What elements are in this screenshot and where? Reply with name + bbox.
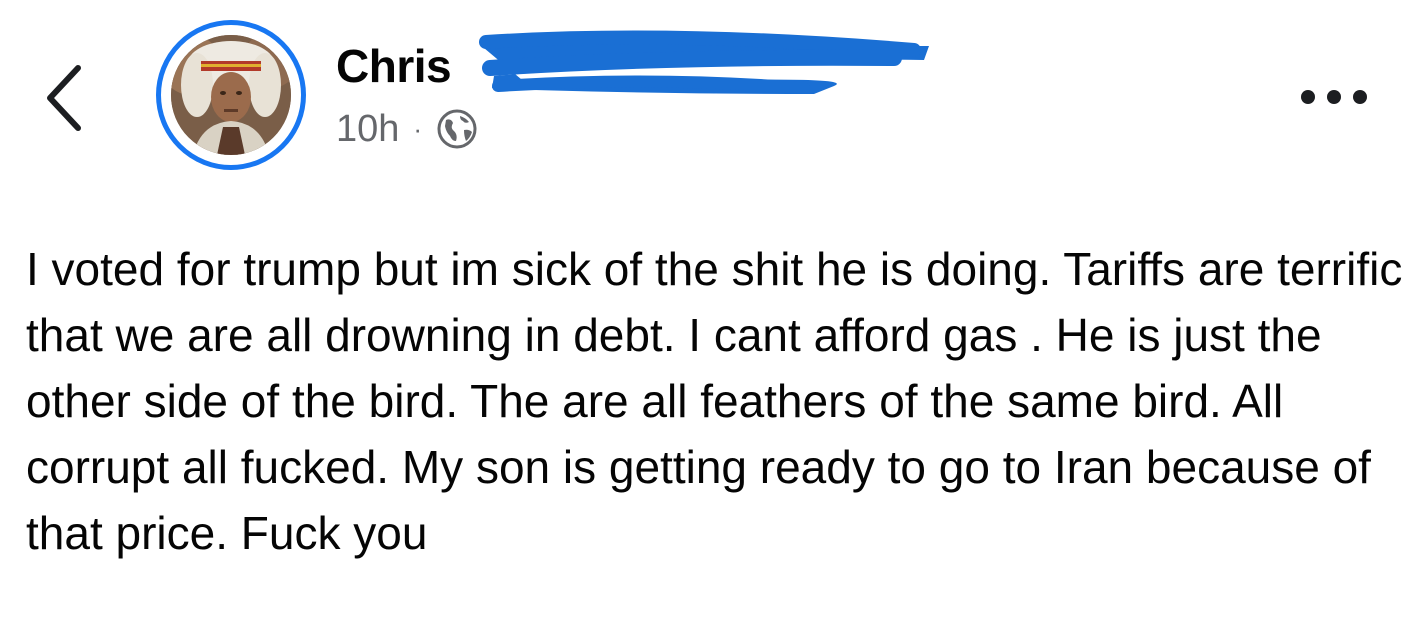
globe-icon[interactable]: [436, 108, 478, 150]
post-meta: 10h ·: [336, 104, 478, 154]
meta-separator: ·: [413, 113, 423, 144]
more-options-button[interactable]: [1296, 80, 1376, 114]
redaction-scribble: [479, 30, 929, 94]
chevron-left-icon: [47, 65, 81, 131]
back-button[interactable]: [40, 58, 90, 138]
author-name[interactable]: Chris: [336, 36, 452, 96]
avatar[interactable]: [156, 20, 306, 170]
more-options-icon: [1301, 90, 1367, 104]
profile-photo: [171, 35, 291, 155]
author-row: Chris: [336, 36, 452, 96]
post-body-text: I voted for trump but im sick of the shi…: [26, 243, 1403, 559]
profile-photo-image: [171, 35, 291, 155]
post-timestamp[interactable]: 10h: [336, 104, 399, 154]
